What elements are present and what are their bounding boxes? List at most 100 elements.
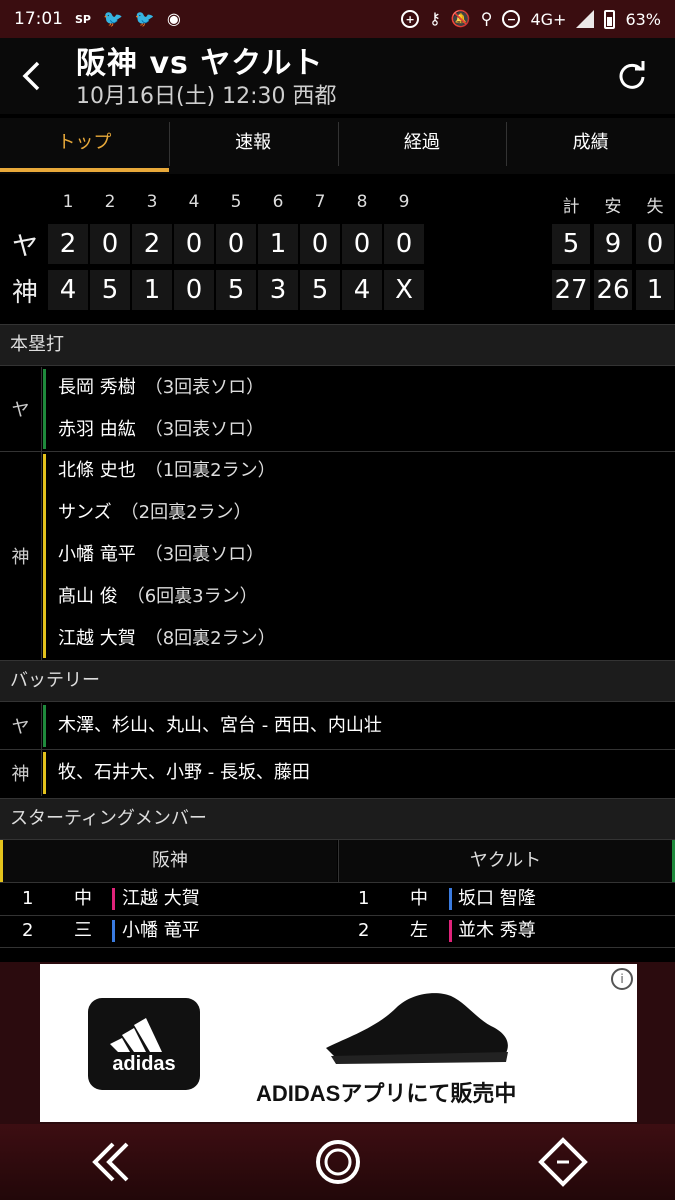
divider: [0, 947, 675, 948]
add-circle-icon: +: [401, 10, 420, 28]
inning-header: 7: [314, 192, 326, 212]
inning-score: 0: [90, 224, 130, 264]
page-title: 阪神 vs ヤクルト: [76, 46, 324, 81]
scoreboard: 1 2 3 4 5 6 7 8 9 計安失ヤ 2 0 2 0 0 1 0 0 0 5 9 0 神 4 5 1 0 5 3 5 4 X 27 26 1: [0, 184, 675, 320]
inning-header: 4: [188, 192, 200, 212]
totals-header: 計: [562, 197, 580, 217]
key-icon: ⚷: [429, 9, 441, 28]
inning-score: 1: [258, 224, 298, 264]
inning-score: 0: [300, 224, 340, 264]
player-color-mark: [449, 920, 452, 942]
total-value: 1: [636, 270, 674, 310]
refresh-icon[interactable]: [617, 60, 647, 90]
total-value: 5: [552, 224, 590, 264]
hr-team-home: 神: [0, 452, 42, 660]
adidas-stripes-icon: [110, 1018, 162, 1052]
hr-item: サンズ （2回裏2ラン）: [58, 502, 252, 523]
hr-team-away: ヤ: [0, 367, 42, 451]
player-color-mark: [112, 920, 115, 942]
total-value: 26: [594, 270, 632, 310]
inning-score: 2: [48, 224, 88, 264]
inning-header: 2: [104, 192, 116, 212]
hr-item: 江越 大賀 （8回裏2ラン）: [58, 628, 276, 649]
batting-order: 2: [358, 920, 370, 941]
recents-nav-icon[interactable]: [533, 1132, 593, 1192]
tab-bar: トップ 速報 経過 成績: [0, 118, 675, 174]
starting-home-team: 阪神: [0, 840, 337, 882]
do-not-disturb-icon: −: [502, 10, 521, 28]
team-color-bar: [43, 454, 46, 658]
hr-item: 北條 史也 （1回裏2ラン）: [58, 460, 276, 481]
inning-header: 5: [230, 192, 242, 212]
tab-stats[interactable]: 成績: [506, 118, 675, 174]
inning-score: 4: [342, 270, 382, 310]
battery-team-home: 神: [0, 750, 42, 796]
hr-item: 長岡 秀樹 （3回表ソロ）: [58, 377, 265, 398]
inning-score: 3: [258, 270, 298, 310]
inning-score: 0: [174, 224, 214, 264]
position: 中: [74, 888, 92, 909]
inning-score: 1: [132, 270, 172, 310]
battery-icon: [604, 9, 616, 29]
inning-score: X: [384, 270, 424, 310]
totals-header: 失: [646, 197, 664, 217]
battery-section-title: バッテリー: [0, 660, 675, 702]
adidas-logo: adidas: [88, 998, 200, 1090]
player-name: 並木 秀尊: [458, 920, 536, 941]
inning-score: 0: [384, 224, 424, 264]
status-bar: 17:01 SP 🐦 🐦 ◉ + ⚷ 🔕 ⚲ − 4G+ 63%: [0, 0, 675, 38]
broadcast-icon: ◉: [166, 9, 181, 28]
position: 中: [410, 888, 428, 909]
navigation-bar: [0, 1124, 675, 1200]
location-icon: ⚲: [480, 9, 493, 28]
tab-top[interactable]: トップ: [0, 118, 169, 174]
inning-score: 5: [216, 270, 256, 310]
inning-score: 0: [174, 270, 214, 310]
table-row[interactable]: 2 三 小幡 竜平 2 左 並木 秀尊: [0, 915, 675, 947]
tab-progress[interactable]: 経過: [337, 118, 507, 174]
battery-away: 木澤、杉山、丸山、宮台 - 西田、内山壮: [58, 715, 382, 736]
position: 三: [74, 920, 92, 941]
player-color-mark: [449, 888, 452, 910]
total-value: 0: [636, 224, 674, 264]
scoreboard-team-label: 神: [12, 278, 39, 308]
inning-header: 6: [272, 192, 284, 212]
tab-live[interactable]: 速報: [168, 118, 338, 174]
total-value: 27: [552, 270, 590, 310]
network-type: 4G+: [530, 9, 567, 29]
ad-logo-text: adidas: [112, 1053, 176, 1075]
app-header: 阪神 vs ヤクルト 10月16日(土) 12:30 西都: [0, 38, 675, 114]
batting-order: 2: [22, 920, 34, 941]
back-arrow-icon[interactable]: [20, 60, 44, 92]
battery-home: 牧、石井大、小野 - 長坂、藤田: [58, 762, 310, 783]
player-color-mark: [112, 888, 115, 910]
inning-score: 2: [132, 224, 172, 264]
total-value: 9: [594, 224, 632, 264]
battery-percent: 63%: [625, 9, 661, 29]
inning-header: 3: [146, 192, 158, 212]
inning-score: 4: [48, 270, 88, 310]
bell-off-icon: 🔕: [450, 9, 471, 28]
inning-header: 8: [356, 192, 368, 212]
shoe-image: [326, 993, 508, 1064]
ad-info-icon[interactable]: i: [611, 968, 633, 990]
inning-score: 5: [90, 270, 130, 310]
position: 左: [410, 920, 428, 941]
team-color-bar: [43, 369, 46, 449]
player-name: 坂口 智隆: [458, 888, 536, 909]
inning-score: 0: [216, 224, 256, 264]
twitter-icon-2: 🐦: [134, 9, 155, 28]
home-nav-icon[interactable]: [308, 1132, 368, 1192]
batting-order: 1: [22, 888, 34, 909]
game-info: 10月16日(土) 12:30 西都: [76, 84, 337, 109]
starting-away-team: ヤクルト: [338, 840, 675, 882]
app-notification-icon: SP: [75, 12, 91, 26]
ad-banner[interactable]: adidas ADIDASアプリにて販売中 i: [40, 964, 637, 1122]
inning-header: 1: [62, 192, 74, 212]
inning-header: 9: [398, 192, 410, 212]
table-row[interactable]: 1 中 江越 大賀 1 中 坂口 智隆: [0, 883, 675, 915]
back-nav-icon[interactable]: [83, 1132, 143, 1192]
twitter-icon: 🐦: [102, 9, 123, 28]
divider: [0, 749, 675, 750]
signal-icon: [576, 10, 595, 28]
